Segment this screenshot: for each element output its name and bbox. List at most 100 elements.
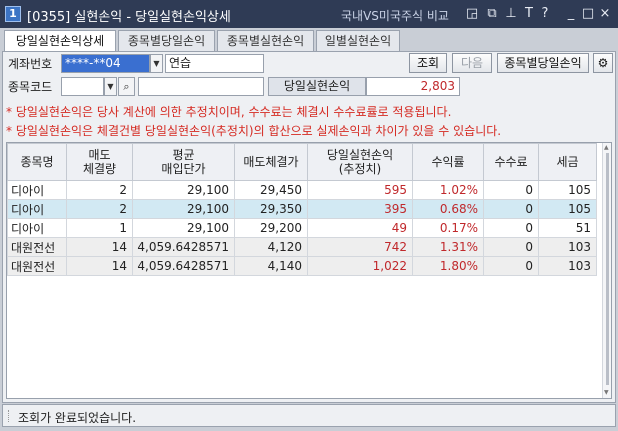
empty-cell <box>133 314 235 333</box>
cell-daily-realized-pl: 1,022 <box>307 256 413 276</box>
tab-realized-by-day[interactable]: 일별실현손익 <box>316 30 400 52</box>
empty-cell <box>539 371 597 390</box>
empty-cell <box>413 352 484 371</box>
screen-link-icon[interactable]: ◲ <box>464 5 480 22</box>
col-header-sell-qty[interactable]: 매도 체결량 <box>66 143 133 181</box>
cell-return-rate: 1.02% <box>412 180 484 200</box>
cell-daily-realized-pl: 742 <box>307 237 413 257</box>
cell-sell-qty: 2 <box>66 180 133 200</box>
empty-row <box>8 352 597 371</box>
status-bar: 조회가 완료되었습니다. <box>2 404 616 427</box>
table-row[interactable]: 대원전선 14 4,059.6428571 4,120 742 1.31% 0 103 <box>7 237 597 257</box>
cell-tax: 51 <box>538 218 597 238</box>
cell-daily-realized-pl: 49 <box>307 218 413 238</box>
cell-sell-price: 4,140 <box>234 256 308 276</box>
empty-cell <box>133 371 235 390</box>
cell-fee: 0 <box>483 237 539 257</box>
query-button[interactable]: 조회 <box>409 53 447 73</box>
cell-fee: 0 <box>483 256 539 276</box>
account-name-field: 연습 <box>165 54 264 73</box>
tab-daily-realized-detail[interactable]: 당일실현손익상세 <box>4 30 116 53</box>
empty-row <box>8 333 597 352</box>
empty-cell <box>308 314 413 333</box>
empty-cell <box>308 276 413 295</box>
stock-code-input[interactable] <box>61 77 104 96</box>
empty-cell <box>8 333 67 352</box>
next-button[interactable]: 다음 <box>452 53 492 73</box>
empty-cell <box>484 314 539 333</box>
cell-sell-price: 29,350 <box>234 199 308 219</box>
empty-cell <box>539 276 597 295</box>
scroll-down-icon[interactable]: ▼ <box>604 389 609 396</box>
vertical-scrollbar[interactable]: ▲ ▼ <box>602 143 611 398</box>
window-number-icon: 1 <box>5 6 21 22</box>
close-button[interactable]: × <box>597 5 613 22</box>
notice-difference: * 당일실현손익은 체결건별 당일실현손익(추정치)의 합산으로 실제손익과 차… <box>6 124 502 138</box>
minimize-button[interactable]: _ <box>563 5 579 22</box>
empty-cell <box>484 352 539 371</box>
cell-avg-buy-price: 29,100 <box>132 218 235 238</box>
cell-sell-price: 4,120 <box>234 237 308 257</box>
col-header-return-rate[interactable]: 수익률 <box>412 143 484 181</box>
status-message: 조회가 완료되었습니다. <box>18 411 137 425</box>
compare-link[interactable]: 국내VS미국주식 비교 <box>341 7 449 24</box>
settings-gear-icon[interactable]: ⚙ <box>593 53 613 73</box>
empty-cell <box>67 371 133 390</box>
account-dropdown-button[interactable]: ▼ <box>150 54 163 73</box>
table-header-row: 종목명 매도 체결량 평균 매입단가 매도체결가 당일실현손익 (추정치) 수익률 수… <box>7 143 597 181</box>
cell-fee: 0 <box>483 180 539 200</box>
cell-tax: 103 <box>538 256 597 276</box>
data-table: 종목명 매도 체결량 평균 매입단가 매도체결가 당일실현손익 (추정치) 수익률 수… <box>7 143 597 390</box>
table-row[interactable]: 디아이 2 29,100 29,350 395 0.68% 0 105 <box>7 199 597 219</box>
cell-sell-qty: 14 <box>66 237 133 257</box>
cell-tax: 103 <box>538 237 597 257</box>
font-size-icon[interactable]: T <box>521 5 537 22</box>
col-header-stock-name[interactable]: 종목명 <box>7 143 67 181</box>
empty-cell <box>133 333 235 352</box>
tab-daily-by-stock[interactable]: 종목별당일손익 <box>118 30 215 52</box>
table-row[interactable]: 디아이 1 29,100 29,200 49 0.17% 0 51 <box>7 218 597 238</box>
empty-cell <box>413 295 484 314</box>
window-title: [0355] 실현손익 - 당일실현손익상세 <box>27 10 231 25</box>
scrollbar-thumb[interactable] <box>606 153 609 385</box>
stock-name-field <box>138 77 264 96</box>
cell-avg-buy-price: 29,100 <box>132 180 235 200</box>
copy-window-icon[interactable]: ⧉ <box>484 5 500 22</box>
cell-return-rate: 1.80% <box>412 256 484 276</box>
col-header-daily-realized-pl[interactable]: 당일실현손익 (추정치) <box>307 143 413 181</box>
col-header-tax[interactable]: 세금 <box>538 143 597 181</box>
empty-row <box>8 314 597 333</box>
maximize-button[interactable]: □ <box>580 5 596 22</box>
empty-cell <box>484 295 539 314</box>
table-row[interactable]: 디아이 2 29,100 29,450 595 1.02% 0 105 <box>7 180 597 200</box>
col-header-sell-price[interactable]: 매도체결가 <box>234 143 308 181</box>
empty-cell <box>67 352 133 371</box>
empty-row <box>8 276 597 295</box>
empty-cell <box>67 333 133 352</box>
empty-cell <box>413 276 484 295</box>
empty-cell <box>133 276 235 295</box>
tab-realized-by-stock[interactable]: 종목별실현손익 <box>217 30 314 52</box>
table-row[interactable]: 대원전선 14 4,059.6428571 4,140 1,022 1.80% 0 103 <box>7 256 597 276</box>
empty-cell <box>539 295 597 314</box>
stock-dropdown-button[interactable]: ▼ <box>104 77 117 96</box>
chevron-down-icon: ▼ <box>107 82 114 91</box>
scroll-up-icon[interactable]: ▲ <box>604 144 609 151</box>
empty-cell <box>413 333 484 352</box>
empty-cell <box>8 295 67 314</box>
pin-icon[interactable]: ⊥ <box>503 5 519 22</box>
help-button[interactable]: ? <box>537 5 553 22</box>
account-number-input[interactable]: ****-**04 <box>61 54 150 73</box>
cell-avg-buy-price: 4,059.6428571 <box>132 237 235 257</box>
empty-cell <box>539 333 597 352</box>
cell-avg-buy-price: 29,100 <box>132 199 235 219</box>
by-stock-daily-button[interactable]: 종목별당일손익 <box>497 53 589 73</box>
col-header-avg-buy-price[interactable]: 평균 매입단가 <box>132 143 235 181</box>
empty-cell <box>8 352 67 371</box>
col-header-fee[interactable]: 수수료 <box>483 143 539 181</box>
table-body: 디아이 2 29,100 29,450 595 1.02% 0 105 디아이 2 29,100 29… <box>7 180 597 390</box>
empty-cell <box>67 314 133 333</box>
cell-sell-qty: 1 <box>66 218 133 238</box>
cell-return-rate: 0.17% <box>412 218 484 238</box>
search-icon[interactable]: ⌕ <box>118 77 135 96</box>
